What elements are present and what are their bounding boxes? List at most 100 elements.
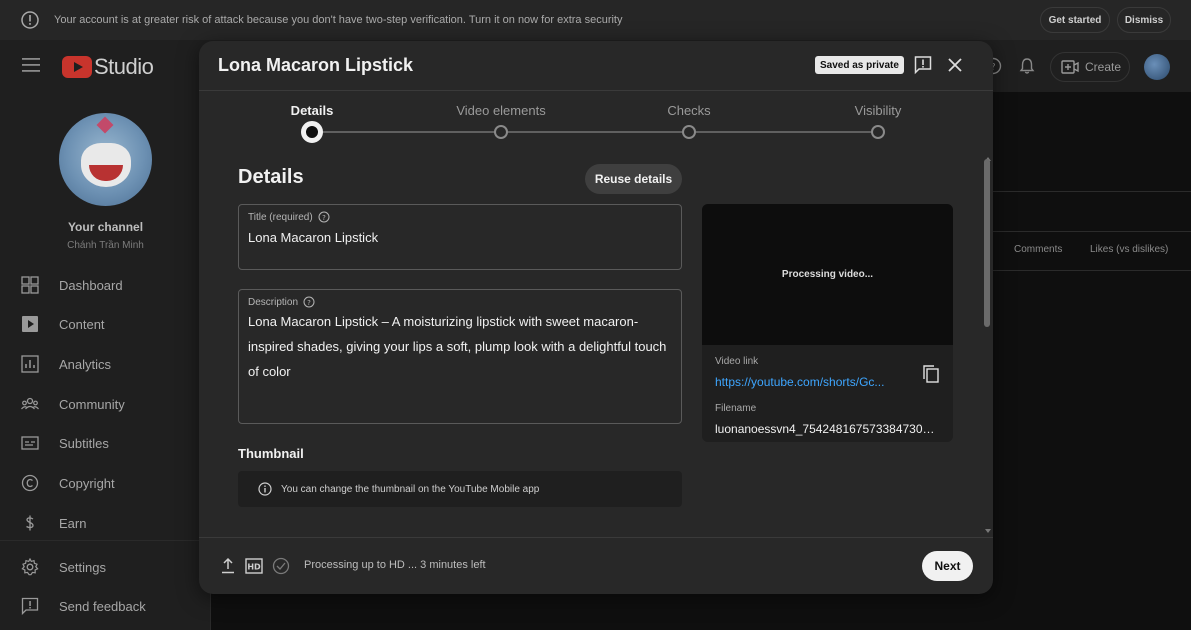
earn-icon (21, 514, 39, 532)
hd-icon: HD (245, 557, 263, 575)
content-divider (993, 270, 1191, 271)
next-button[interactable]: Next (922, 551, 973, 581)
video-link[interactable]: https://youtube.com/shorts/Gc... (715, 375, 897, 389)
channel-title: Your channel (67, 220, 144, 234)
sidebar-item-label: Dashboard (59, 277, 123, 293)
thumbnail-info: You can change the thumbnail on the YouT… (238, 471, 682, 507)
copy-icon[interactable] (922, 364, 940, 384)
reuse-details-button[interactable]: Reuse details (585, 164, 682, 194)
youtube-play-icon (62, 56, 92, 78)
channel-avatar[interactable] (59, 113, 152, 206)
title-input[interactable]: Lona Macaron Lipstick (248, 225, 678, 250)
check-icon (272, 557, 290, 575)
saved-status-badge: Saved as private (815, 56, 904, 74)
sidebar-item-subtitles[interactable]: Subtitles (0, 423, 211, 463)
dialog-title: Lona Macaron Lipstick (218, 55, 414, 75)
banner-message: Your account is at greater risk of attac… (54, 14, 623, 26)
channel-name: Chánh Trần Minh (67, 240, 144, 251)
video-player[interactable]: Processing video... (702, 204, 953, 345)
title-field[interactable]: Title (required) ? Lona Macaron Lipstick (238, 204, 682, 270)
sidebar-item-earn[interactable]: Earn (0, 503, 211, 543)
upload-icon (219, 557, 237, 575)
report-issue-icon[interactable] (913, 55, 933, 75)
thumbnail-heading: Thumbnail (238, 446, 304, 461)
sidebar-item-send-feedback[interactable]: Send feedback (0, 586, 211, 626)
sidebar-item-label: Send feedback (59, 598, 146, 614)
filename-label: Filename (715, 403, 757, 414)
svg-text:?: ? (322, 214, 326, 222)
section-title: Details (238, 166, 304, 188)
sidebar: Your channel Chánh Trần Minh Dashboard C… (0, 92, 211, 630)
sidebar-item-content[interactable]: Content (0, 304, 211, 344)
title-label-text: Title (required) (248, 211, 313, 223)
sidebar-item-label: Community (59, 396, 125, 412)
sidebar-item-label: Content (59, 316, 105, 332)
sidebar-item-label: Copyright (59, 475, 115, 491)
content-icon (21, 315, 39, 333)
dismiss-button[interactable]: Dismiss (1117, 7, 1171, 33)
video-link-label: Video link (715, 356, 759, 367)
column-header-comments[interactable]: Comments (1014, 244, 1062, 255)
column-header-likes[interactable]: Likes (vs dislikes) (1090, 244, 1168, 255)
header-divider (199, 90, 993, 91)
step-video-elements-label[interactable]: Video elements (456, 103, 545, 118)
footer-divider (199, 537, 993, 538)
content-divider (993, 231, 1191, 232)
description-label-text: Description (248, 296, 299, 308)
subtitles-icon (21, 434, 39, 452)
close-icon[interactable] (946, 56, 964, 74)
title-field-label: Title (required) ? (248, 211, 330, 223)
help-icon[interactable]: ? (298, 296, 315, 308)
create-video-icon (1061, 59, 1085, 75)
sidebar-item-dashboard[interactable]: Dashboard (0, 265, 211, 305)
copyright-icon (21, 474, 39, 492)
scroll-down-arrow[interactable] (985, 529, 991, 533)
help-icon[interactable]: ? (313, 211, 330, 223)
content-divider (993, 191, 1191, 192)
create-button[interactable]: Create (1050, 52, 1130, 82)
description-field-label: Description ? (248, 296, 315, 308)
dashboard-icon (21, 276, 39, 294)
video-preview-card: Processing video... Video link https://y… (702, 204, 953, 442)
heart-shape (96, 116, 114, 134)
sidebar-divider (0, 540, 211, 541)
get-started-button[interactable]: Get started (1040, 7, 1110, 33)
create-label: Create (1085, 60, 1122, 74)
step-checks-label[interactable]: Checks (667, 103, 710, 118)
step-video-elements-dot[interactable] (494, 125, 508, 139)
sidebar-item-copyright[interactable]: Copyright (0, 463, 211, 503)
step-visibility-label[interactable]: Visibility (855, 103, 902, 118)
community-icon (21, 395, 39, 413)
upload-details-dialog: Lona Macaron Lipstick Saved as private D… (199, 41, 993, 594)
alert-icon (20, 10, 40, 30)
notifications-icon[interactable] (1018, 57, 1036, 75)
sidebar-item-label: Settings (59, 559, 106, 575)
step-details-label[interactable]: Details (291, 103, 334, 118)
scrollbar-thumb[interactable] (984, 159, 990, 327)
analytics-icon (21, 355, 39, 373)
filename-value: luonanoessvn4_7542481675733847302... (715, 422, 939, 436)
svg-text:?: ? (307, 299, 311, 307)
security-banner: Your account is at greater risk of attac… (0, 0, 1191, 40)
description-textarea[interactable]: Lona Macaron Lipstick – A moisturizing l… (248, 309, 678, 384)
svg-text:HD: HD (247, 563, 261, 572)
step-details-dot[interactable] (301, 121, 323, 143)
feedback-icon (21, 597, 39, 615)
sidebar-item-settings[interactable]: Settings (0, 547, 211, 587)
thumbnail-note-text: You can change the thumbnail on the YouT… (281, 483, 540, 495)
sidebar-item-analytics[interactable]: Analytics (0, 344, 211, 384)
account-avatar[interactable] (1144, 54, 1170, 80)
settings-icon (21, 558, 39, 576)
logo-text: Studio (94, 54, 154, 79)
processing-status: Processing up to HD ... 3 minutes left (304, 559, 486, 571)
sidebar-item-community[interactable]: Community (0, 384, 211, 424)
studio-logo[interactable]: Studio (62, 54, 154, 80)
info-icon (258, 482, 272, 496)
step-visibility-dot[interactable] (871, 125, 885, 139)
menu-icon[interactable] (22, 58, 40, 72)
sidebar-item-label: Subtitles (59, 435, 109, 451)
description-field[interactable]: Description ? Lona Macaron Lipstick – A … (238, 289, 682, 424)
sidebar-item-label: Analytics (59, 356, 112, 372)
step-checks-dot[interactable] (682, 125, 696, 139)
sidebar-item-label: Earn (59, 515, 87, 531)
